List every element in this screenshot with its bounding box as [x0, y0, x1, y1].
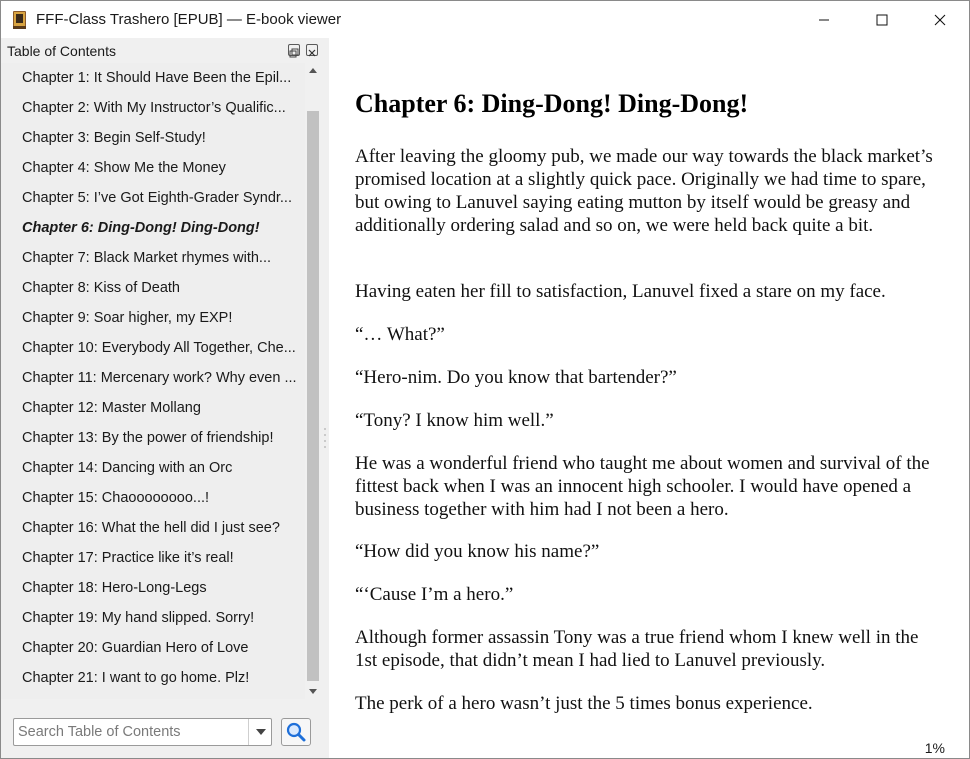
- paragraph: “Tony? I know him well.”: [355, 410, 554, 431]
- minimize-icon: [819, 19, 829, 20]
- toc-item-chapter-5[interactable]: Chapter 5: I’ve Got Eighth-Grader Syndr.…: [22, 183, 300, 213]
- maximize-icon: [876, 14, 888, 25]
- toc-search-input[interactable]: [18, 720, 244, 744]
- toc-item-chapter-20[interactable]: Chapter 20: Guardian Hero of Love: [22, 633, 300, 663]
- maximize-button[interactable]: [853, 1, 911, 38]
- chevron-down-icon: [255, 729, 266, 735]
- toc-item-chapter-8[interactable]: Chapter 8: Kiss of Death: [22, 273, 300, 303]
- toc-item-chapter-18[interactable]: Chapter 18: Hero-Long-Legs: [22, 573, 300, 603]
- splitter-handle[interactable]: [323, 426, 327, 452]
- toc-item-chapter-4[interactable]: Chapter 4: Show Me the Money: [22, 153, 300, 183]
- toc-search-row: [13, 718, 313, 748]
- toc-panel-title: Table of Contents: [7, 43, 116, 59]
- toc-item-chapter-2[interactable]: Chapter 2: With My Instructor’s Qualific…: [22, 93, 300, 123]
- book-content-view[interactable]: Chapter 6: Ding-Dong! Ding-Dong! After l…: [329, 38, 969, 758]
- paragraph: “‘Cause I’m a hero.”: [355, 584, 514, 605]
- close-icon: [934, 14, 946, 25]
- ebook-viewer-app-icon: [11, 10, 29, 30]
- toc-item-chapter-1[interactable]: Chapter 1: It Should Have Been the Epil.…: [22, 63, 300, 93]
- toc-search-button[interactable]: [281, 718, 311, 746]
- toc-item-chapter-14[interactable]: Chapter 14: Dancing with an Orc: [22, 453, 300, 483]
- toc-item-chapter-12[interactable]: Chapter 12: Master Mollang: [22, 393, 300, 423]
- paragraph: After leaving the gloomy pub, we made ou…: [355, 146, 933, 236]
- scroll-up-arrow[interactable]: [305, 63, 321, 79]
- chapter-heading: Chapter 6: Ding-Dong! Ding-Dong!: [355, 89, 749, 118]
- float-panel-button[interactable]: [288, 44, 300, 58]
- paragraph: “Hero-nim. Do you know that bartender?”: [355, 367, 677, 388]
- paragraph: He was a wonderful friend who taught me …: [355, 453, 930, 520]
- scroll-thumb[interactable]: [307, 111, 319, 681]
- close-panel-button[interactable]: [306, 44, 318, 57]
- toc-item-chapter-9[interactable]: Chapter 9: Soar higher, my EXP!: [22, 303, 300, 333]
- paragraph: The perk of a hero wasn’t just the 5 tim…: [355, 693, 813, 714]
- toc-item-chapter-10[interactable]: Chapter 10: Everybody All Together, Che.…: [22, 333, 300, 363]
- toc-item-chapter-15[interactable]: Chapter 15: Chaoooooooo...!: [22, 483, 300, 513]
- paragraph: “… What?”: [355, 324, 445, 345]
- toc-item-chapter-21[interactable]: Chapter 21: I want to go home. Plz!: [22, 663, 300, 693]
- paragraph: Although former assassin Tony was a true…: [355, 627, 919, 671]
- minimize-button[interactable]: [795, 1, 853, 38]
- toc-item-chapter-7[interactable]: Chapter 7: Black Market rhymes with...: [22, 243, 300, 273]
- scroll-down-arrow[interactable]: [305, 683, 321, 699]
- reading-progress: 1%: [924, 740, 945, 756]
- search-history-dropdown[interactable]: [248, 719, 272, 745]
- toc-list[interactable]: Chapter 1: It Should Have Been the Epil.…: [1, 63, 305, 699]
- toc-item-chapter-13[interactable]: Chapter 13: By the power of friendship!: [22, 423, 300, 453]
- toc-item-chapter-17[interactable]: Chapter 17: Practice like it’s real!: [22, 543, 300, 573]
- window-title: FFF-Class Trashero [EPUB] — E-book viewe…: [36, 11, 342, 28]
- ebook-viewer-window: FFF-Class Trashero [EPUB] — E-book viewe…: [0, 0, 970, 759]
- toc-search-combobox[interactable]: [13, 718, 272, 746]
- toc-item-chapter-11[interactable]: Chapter 11: Mercenary work? Why even ...: [22, 363, 300, 393]
- toc-item-chapter-6-current[interactable]: Chapter 6: Ding-Dong! Ding-Dong!: [22, 213, 300, 243]
- triangle-down-icon: [309, 689, 317, 694]
- toc-item-chapter-3[interactable]: Chapter 3: Begin Self-Study!: [22, 123, 300, 153]
- float-panel-icon: [289, 48, 299, 58]
- toc-item-chapter-16[interactable]: Chapter 16: What the hell did I just see…: [22, 513, 300, 543]
- title-bar[interactable]: FFF-Class Trashero [EPUB] — E-book viewe…: [1, 1, 969, 38]
- triangle-up-icon: [309, 68, 317, 73]
- toc-scrollbar[interactable]: [305, 63, 321, 699]
- close-panel-icon: [308, 49, 316, 57]
- search-icon: [286, 722, 306, 742]
- close-window-button[interactable]: [911, 1, 969, 38]
- paragraph: Having eaten her fill to satisfaction, L…: [355, 281, 886, 302]
- paragraph: “How did you know his name?”: [355, 541, 600, 562]
- toc-item-chapter-19[interactable]: Chapter 19: My hand slipped. Sorry!: [22, 603, 300, 633]
- toc-panel: Table of Contents Chapter 1: It Should H…: [1, 38, 329, 758]
